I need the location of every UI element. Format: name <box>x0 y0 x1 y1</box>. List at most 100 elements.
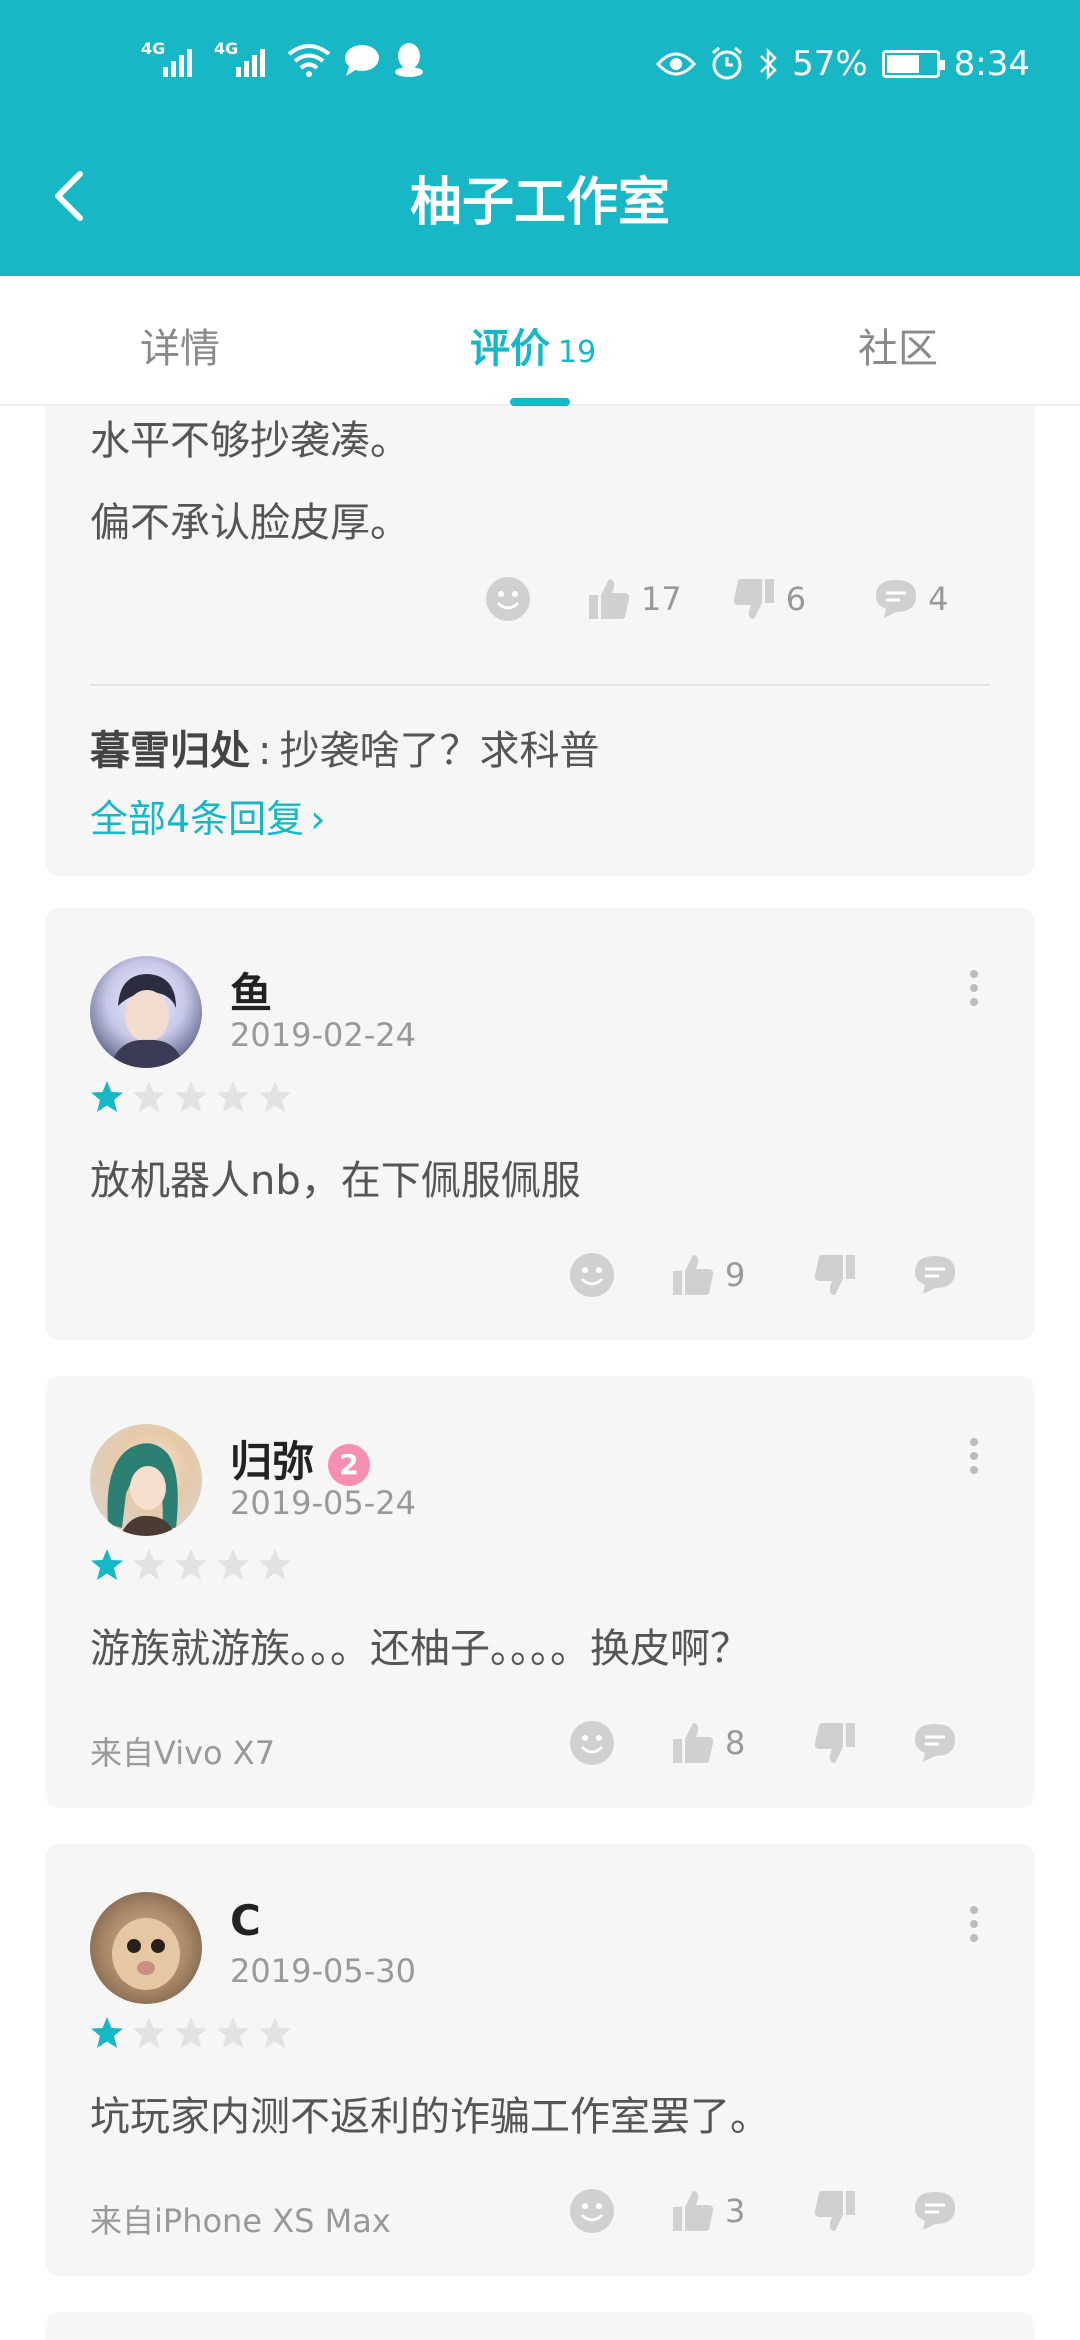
like-button[interactable]: 8 <box>671 1721 745 1765</box>
wifi-icon <box>287 44 331 77</box>
comment-icon <box>915 1724 956 1762</box>
comment-button[interactable]: 4 <box>874 578 948 620</box>
status-right: 57% 8:34 <box>656 44 1030 84</box>
dislike-count: 6 <box>785 580 807 618</box>
page-title: 柚子工作室 <box>409 173 670 233</box>
star-empty-icon <box>133 1549 165 1580</box>
smiley-icon <box>486 577 530 621</box>
comment-button[interactable] <box>913 1254 957 1296</box>
avatar-icon <box>107 1443 178 1536</box>
comment-count: 4 <box>928 580 949 618</box>
all-replies-link[interactable]: 全部4条回复 › <box>90 788 325 843</box>
battery-icon <box>881 50 945 78</box>
comment-icon <box>915 2192 956 2230</box>
nav-bar: 柚子工作室 <box>0 130 1080 276</box>
user-name[interactable]: 归弥 2 <box>230 1428 371 1489</box>
review-text: 坑玩家内测不返利的诈骗工作室罢了。 <box>90 2094 770 2140</box>
tab-indicator <box>510 398 570 406</box>
review-text: 游族就游族。。。还柚子。。。。换皮啊？ <box>90 1626 750 1672</box>
dislike-button[interactable] <box>813 2189 857 2233</box>
review-text: 放机器人nb，在下佩服佩服 <box>90 1158 581 1204</box>
thumbs-down-icon <box>815 1723 856 1763</box>
emoji-button[interactable] <box>569 1720 615 1766</box>
thumbs-up-icon <box>673 2191 714 2231</box>
reply-author: 暮雪归处 <box>90 728 250 774</box>
reviews-list[interactable]: 水平不够抄袭凑。 偏不承认脸皮厚。 17 6 4 暮雪归处:抄袭啥了？求科普 <box>0 406 1080 2340</box>
top-bar: 4G 4G 57% 8:34 柚子工作室 <box>0 0 1080 276</box>
star-empty-icon <box>259 2017 291 2048</box>
like-count: 17 <box>641 580 682 618</box>
emoji-button[interactable] <box>569 1252 615 1298</box>
comment-icon <box>915 1256 956 1294</box>
alarm-icon <box>712 47 743 80</box>
rating-stars <box>90 1080 292 1114</box>
star-filled-icon <box>91 1081 123 1112</box>
avatar[interactable] <box>90 956 202 1068</box>
signal-label: 4G <box>214 39 239 58</box>
comment-icon <box>876 580 917 618</box>
user-name-label: 归弥 <box>230 1437 315 1486</box>
more-options-icon[interactable] <box>969 1906 979 1946</box>
tab-details-label: 详情 <box>140 326 220 372</box>
tab-reviews-label: 评价 <box>470 326 550 372</box>
tab-reviews[interactable]: 评价 19 <box>470 316 596 374</box>
reply-text: 抄袭啥了？求科普 <box>279 728 600 774</box>
star-empty-icon <box>175 2017 207 2048</box>
all-replies-label: 全部4条回复 <box>90 797 305 841</box>
thumbs-down-icon <box>733 579 774 619</box>
thumbs-down-icon <box>815 1255 856 1295</box>
tab-details[interactable]: 详情 <box>140 316 220 374</box>
emoji-button[interactable] <box>485 576 531 622</box>
smiley-icon <box>570 2189 614 2233</box>
like-button[interactable]: 17 <box>587 577 682 621</box>
smiley-icon <box>570 1253 614 1297</box>
star-empty-icon <box>259 1549 291 1580</box>
avatar[interactable] <box>90 1892 202 2004</box>
dislike-button[interactable] <box>813 1253 857 1297</box>
reply-preview[interactable]: 暮雪归处: 抄袭啥了？求科普 <box>90 718 599 776</box>
emoji-button[interactable] <box>569 2188 615 2234</box>
thumbs-up-icon <box>589 579 630 619</box>
avatar[interactable] <box>90 1424 202 1536</box>
dislike-button[interactable]: 6 <box>732 577 806 621</box>
tab-community[interactable]: 社区 <box>858 316 938 374</box>
star-empty-icon <box>175 1081 207 1112</box>
like-button[interactable]: 9 <box>671 1253 745 1297</box>
more-options-icon[interactable] <box>969 1438 979 1478</box>
more-options-icon[interactable] <box>969 970 979 1010</box>
review-card: 水平不够抄袭凑。 偏不承认脸皮厚。 17 6 4 暮雪归处:抄袭啥了？求科普 <box>45 406 1035 876</box>
like-button[interactable]: 3 <box>671 2189 745 2233</box>
dislike-button[interactable] <box>813 1721 857 1765</box>
review-actions: 9 <box>569 1252 957 1298</box>
avatar-icon <box>110 974 184 1068</box>
comment-button[interactable] <box>913 2190 957 2232</box>
star-empty-icon <box>175 1549 207 1580</box>
tab-bar: 详情 评价 19 社区 <box>0 276 1080 406</box>
tab-reviews-count: 19 <box>558 335 597 370</box>
review-actions: 17 6 4 <box>485 576 948 622</box>
signal-label: 4G <box>141 39 166 58</box>
review-date: 2019-05-30 <box>230 1952 416 1990</box>
review-card: 鱼 2019-02-24 放机器人nb，在下佩服佩服 9 <box>45 908 1035 1340</box>
avatar-icon <box>112 1918 180 1990</box>
clock: 8:34 <box>953 44 1030 84</box>
like-count: 8 <box>725 1724 746 1762</box>
comment-button[interactable] <box>913 1722 957 1764</box>
qq-icon <box>395 43 423 77</box>
chevron-right-icon: › <box>310 797 326 841</box>
message-icon <box>345 45 379 76</box>
battery-percent: 57% <box>792 44 868 84</box>
eye-icon <box>656 52 697 76</box>
star-filled-icon <box>91 1549 123 1580</box>
star-filled-icon <box>91 2017 123 2048</box>
level-badge: 2 <box>328 1443 371 1486</box>
review-text: 偏不承认脸皮厚。 <box>90 500 410 546</box>
rating-stars <box>90 1548 292 1582</box>
bluetooth-icon <box>760 47 777 81</box>
status-bar: 4G 4G 57% 8:34 <box>0 0 1080 130</box>
user-name[interactable]: 鱼 <box>230 960 272 1021</box>
review-actions: 8 <box>569 1720 957 1766</box>
review-card <box>45 2312 1035 2340</box>
review-card: C 2019-05-30 坑玩家内测不返利的诈骗工作室罢了。 来自iPhone … <box>45 1844 1035 2276</box>
user-name[interactable]: C <box>230 1896 261 1945</box>
